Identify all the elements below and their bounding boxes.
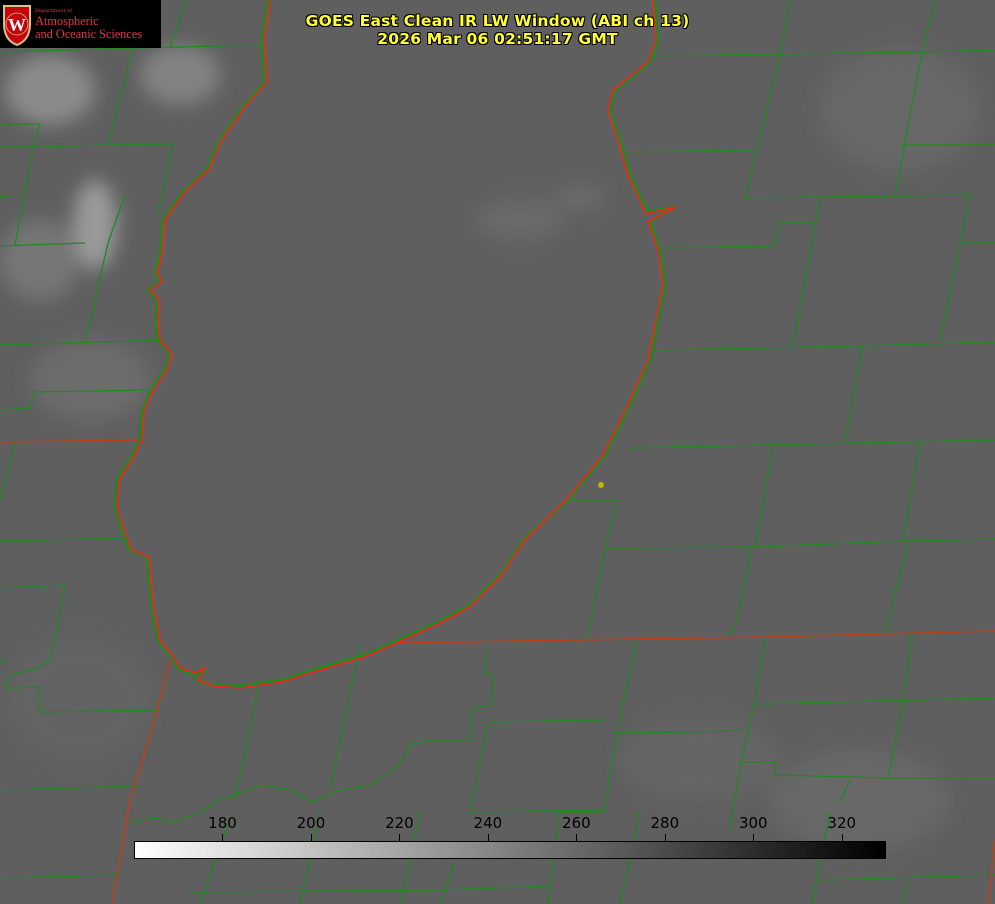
colorbar-tick-mark: [842, 834, 843, 841]
colorbar-tick-mark: [576, 834, 577, 841]
colorbar-tick-mark: [488, 834, 489, 841]
colorbar-tick-mark: [665, 834, 666, 841]
station-dot-icon: [598, 482, 604, 488]
cloud-texture: [0, 45, 980, 850]
colorbar-tick-mark: [222, 834, 223, 841]
colorbar-tick-label: 220: [385, 814, 414, 832]
image-timestamp: 2026 Mar 06 02:51:17 GMT: [377, 30, 618, 48]
satellite-image: W Department of Atmospheric and Oceanic …: [0, 0, 995, 904]
colorbar-tick-mark: [753, 834, 754, 841]
colorbar-tick-label: 240: [473, 814, 503, 832]
image-title: GOES East Clean IR LW Window (ABI ch 13): [305, 12, 690, 30]
colorbar-tick-label: 320: [827, 814, 857, 832]
colorbar-tick-label: 200: [296, 814, 326, 832]
colorbar-gradient: [134, 841, 886, 859]
colorbar-tick-mark: [311, 834, 312, 841]
colorbar-tick-mark: [399, 834, 400, 841]
map-canvas: [0, 0, 995, 904]
colorbar-tick-label: 300: [738, 814, 768, 832]
colorbar-tick-label: 260: [562, 814, 591, 832]
colorbar-tick-label: 280: [650, 814, 680, 832]
lake-michigan-shoreline: [113, 0, 677, 689]
colorbar-tick-label: 180: [208, 814, 237, 832]
